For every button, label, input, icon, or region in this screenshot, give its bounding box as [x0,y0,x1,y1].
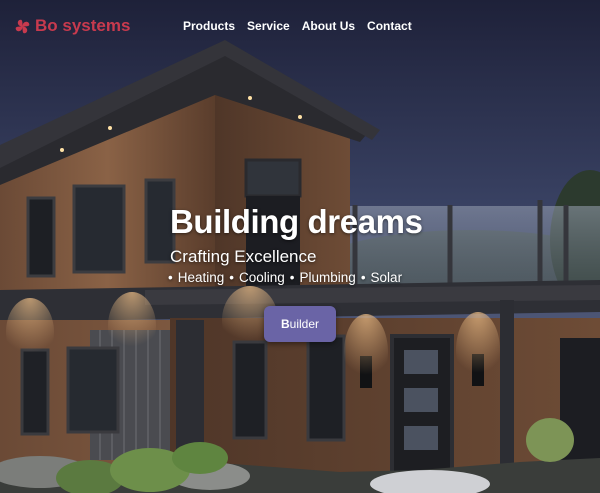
services-list: Heating Cooling Plumbing Solar [168,270,423,285]
builder-button-initial: B [280,317,290,331]
brand-name: Bo systems [35,16,131,35]
nav-link-contact[interactable]: Contact [367,19,412,33]
service-item-heating: Heating [168,270,225,285]
service-item-cooling: Cooling [229,270,285,285]
nav-link-products[interactable]: Products [183,19,235,33]
service-item-plumbing: Plumbing [290,270,356,285]
nav-link-service[interactable]: Service [247,19,290,33]
builder-button[interactable]: Builder [264,306,336,342]
hero-copy: Building dreams Crafting Excellence Heat… [170,203,423,285]
brand-logo[interactable]: Bo systems [14,16,130,36]
top-navigation: Bo systems Products Service About Us Con… [0,0,600,52]
hero-section: Bo systems Products Service About Us Con… [0,0,600,493]
hero-subheadline: Crafting Excellence [170,247,317,266]
nav-link-about-us[interactable]: About Us [302,19,355,33]
service-item-solar: Solar [361,270,403,285]
hero-headline: Building dreams [170,203,423,240]
builder-button-label: uilder [289,317,320,331]
pinwheel-logo-icon [15,19,30,33]
main-menu: Products Service About Us Contact [183,19,412,33]
